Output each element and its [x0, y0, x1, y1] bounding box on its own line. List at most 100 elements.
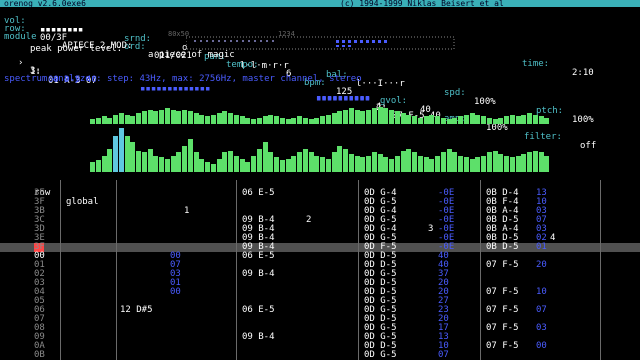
spectrum-bar: [274, 157, 279, 172]
spectrum-bar: [504, 116, 509, 124]
chan-4-vol: 10: [536, 287, 547, 297]
spectrum-bar: [210, 115, 216, 124]
pattern-row[interactable]: 04 00 0D D-5 20 07 F-5 10: [0, 288, 640, 297]
spectrum-bar: [343, 110, 348, 124]
spectrum-bar: [95, 160, 101, 172]
spectrum-bar: [136, 113, 141, 124]
pattern-row[interactable]: 0B 0D G-5 07: [0, 351, 640, 360]
spectrum-bar: [205, 116, 210, 124]
spectrum-bar: [118, 113, 124, 124]
spectrum-bar: [325, 115, 331, 124]
spectrum-bar: [325, 159, 331, 172]
spectrum-bar: [389, 110, 394, 124]
spectrum-bar: [400, 151, 406, 172]
peak-meter: [186, 36, 455, 50]
spectrum-bar: [107, 149, 113, 172]
spectrum-bar: [136, 151, 141, 172]
spectrum-bar: [124, 115, 130, 124]
spectrum-bar: [469, 159, 475, 172]
spectrum-bar: [383, 157, 389, 172]
spectrum-bar: [308, 152, 314, 172]
spectrum-bar: [429, 159, 435, 172]
spectrum-bar: [498, 154, 504, 172]
spectrum-bar: [279, 160, 285, 172]
spectrum-bar: [394, 156, 400, 172]
pattern-row[interactable]: 08 0D G-5 17 07 F-5 03: [0, 324, 640, 333]
spectrum-bar: [435, 156, 440, 172]
spectrum-bar: [153, 111, 159, 124]
chan-2-cell: 06 E-5: [242, 251, 275, 261]
spectrum-bar: [475, 115, 481, 124]
spectrum-bar: [412, 116, 417, 124]
spectrum-bar: [412, 152, 417, 172]
pattern-row[interactable]: 0A 0D D-5 10 07 F-5 00: [0, 342, 640, 351]
spectrum-analyzer: [0, 78, 640, 178]
spectrum-bar: [187, 139, 193, 172]
chan-2-cell: 06 E-5: [242, 188, 275, 198]
spectrum-bar: [118, 128, 124, 172]
spectrum-bar: [377, 107, 383, 124]
spectrum-bar: [527, 113, 532, 124]
spectrum-bar: [389, 159, 394, 172]
spectrum-bar: [262, 116, 268, 124]
spectrum-bar: [130, 116, 136, 124]
spectrum-bar: [463, 115, 469, 124]
chan-4-vol: 20: [536, 260, 547, 270]
spectrum-right: [90, 124, 550, 172]
spectrum-bar: [222, 152, 228, 172]
chan-4-note: 07 F-5: [486, 341, 519, 351]
spectrum-bar: [199, 159, 205, 172]
spectrum-bar: [400, 113, 406, 124]
spectrum-bar: [383, 108, 389, 124]
chan-4-note: 07 F-5: [486, 323, 519, 333]
chan-2-cell: 06 E-5: [242, 305, 275, 315]
spectrum-bar: [538, 116, 544, 124]
spectrum-bar: [331, 152, 337, 172]
spectrum-bar: [170, 156, 176, 172]
chan-2-cell: 09 B-4: [242, 269, 275, 279]
spectrum-bar: [423, 157, 429, 172]
spectrum-bar: [216, 113, 222, 124]
spectrum-bar: [509, 157, 515, 172]
pattern-row[interactable]: 01 07 0D D-5 40 07 F-5 20: [0, 261, 640, 270]
spectrum-bar: [458, 116, 463, 124]
spectrum-bar: [331, 113, 337, 124]
chan-4-vol: 01: [536, 242, 547, 252]
chan-4-vol: 03: [536, 323, 547, 333]
spectrum-bar: [164, 159, 170, 172]
chan-3-note: 0D G-5: [364, 350, 397, 360]
spectrum-bar: [182, 146, 187, 172]
pattern-row[interactable]: 3F 09 B-4 0D F-5 -0E 0B D-5 01: [0, 243, 640, 252]
spectrum-bar: [141, 111, 147, 124]
chan-4-note: 07 F-5: [486, 260, 519, 270]
pattern-row[interactable]: 02 03 09 B-4 0D G-5 37: [0, 270, 640, 279]
spectrum-bar: [544, 156, 550, 172]
spectrum-bar: [113, 136, 118, 172]
spectrum-bar: [481, 156, 486, 172]
spectrum-bar: [256, 149, 262, 172]
spectrum-bar: [176, 152, 182, 172]
chan-1-cell: 12 D#5: [120, 305, 153, 315]
peak-power-row: peak power level: 80x50 1234: [0, 30, 640, 54]
pattern-row[interactable]: 06 12 D#5 06 E-5 0D G-5 23 07 F-5 07: [0, 306, 640, 315]
row-number: 0B: [34, 350, 45, 360]
spectrum-bar: [371, 152, 377, 172]
spectrum-bar: [366, 156, 371, 172]
spectrum-bar: [187, 111, 193, 124]
spectrum-bar: [141, 152, 147, 172]
spectrum-bar: [239, 116, 245, 124]
spectrum-bar: [458, 156, 463, 172]
spectrum-bar: [440, 152, 446, 172]
spectrum-bar: [90, 162, 95, 172]
spectrum-bar: [210, 164, 216, 172]
spectrum-bar: [291, 156, 297, 172]
spectrum-bar: [406, 115, 412, 124]
status-line-3: module APIECE 2.MOD: a piece of magic ti…: [0, 24, 640, 78]
spectrum-bar: [124, 136, 130, 172]
spectrum-bar: [446, 149, 452, 172]
spectrum-bar: [538, 152, 544, 172]
chan-2-cell: 09 B-4: [242, 332, 275, 342]
spectrum-bar: [486, 152, 492, 172]
spectrum-bar: [521, 154, 527, 172]
spectrum-bar: [343, 149, 348, 172]
